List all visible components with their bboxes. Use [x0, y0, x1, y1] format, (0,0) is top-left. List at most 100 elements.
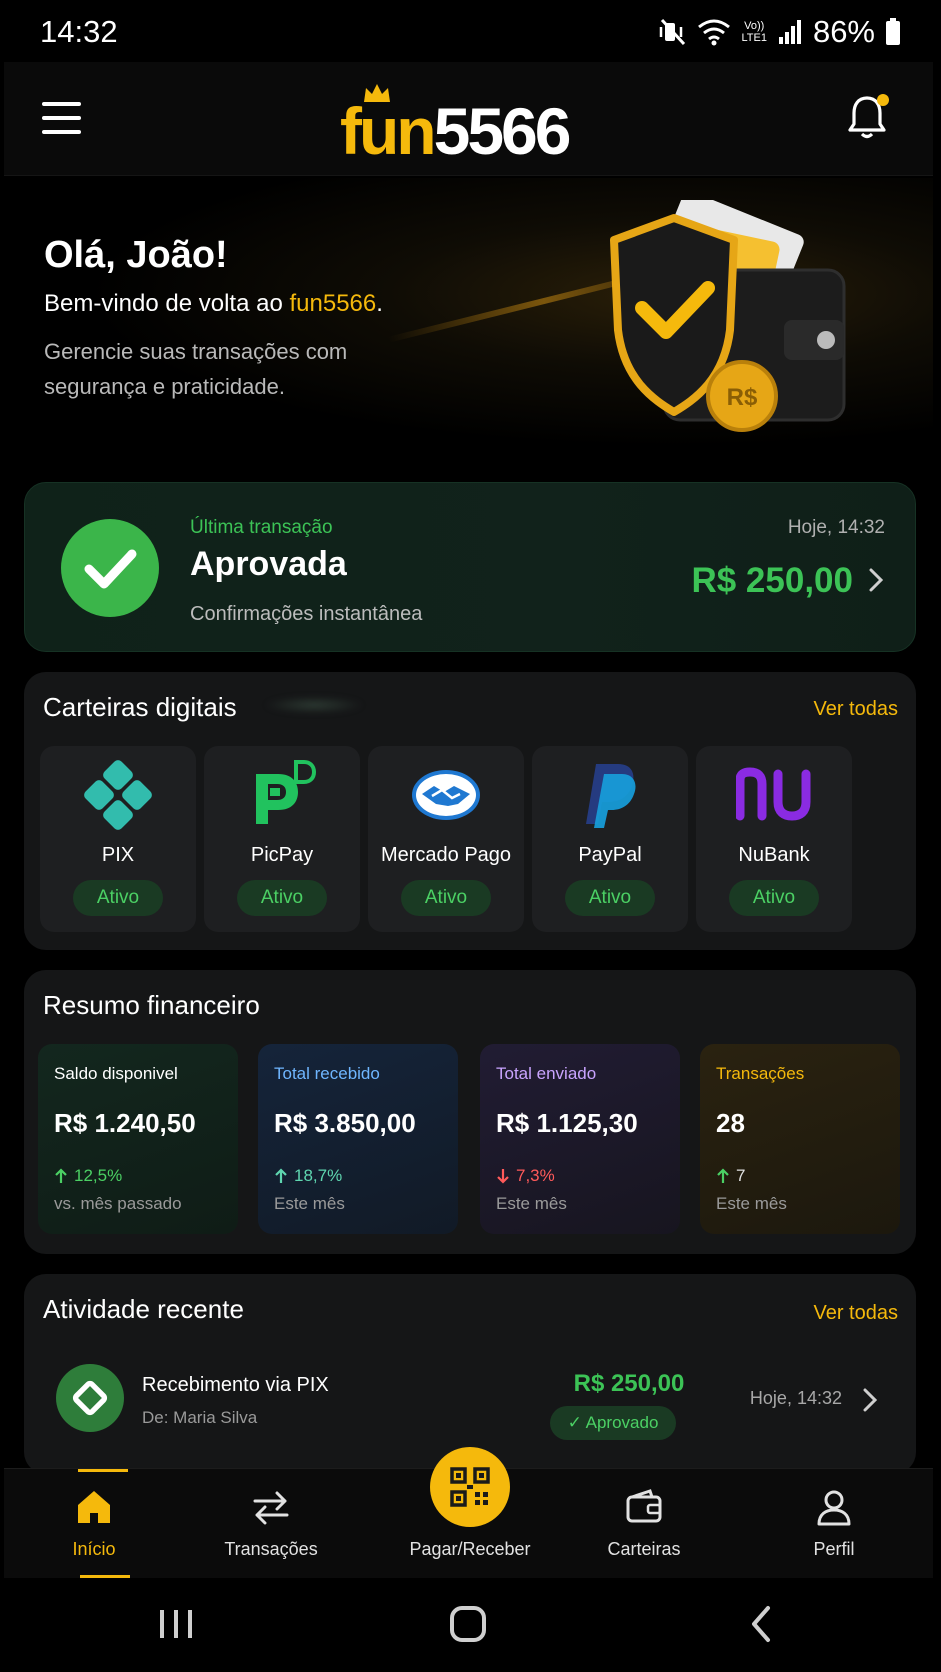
stat-change: 18,7% — [274, 1166, 342, 1186]
stat-note: Este mês — [716, 1194, 787, 1213]
last-transaction-card[interactable]: Última transação Aprovada Confirmações i… — [24, 482, 916, 652]
recent-activity-section: Atividade recente Ver todas Recebimento … — [24, 1274, 916, 1474]
wallet-name: PicPay — [250, 844, 314, 866]
last-transaction-description: Confirmações instantânea — [190, 603, 423, 625]
activity-status-badge: ✓ Aprovado — [550, 1406, 676, 1440]
nav-transactions[interactable]: Transações — [191, 1469, 351, 1579]
stat-label: Transações — [716, 1064, 805, 1083]
status-time: 14:32 — [40, 14, 118, 49]
digital-wallets-section: Carteiras digitais Ver todas PIX Ativo P… — [24, 672, 916, 950]
wallet-status-badge: Ativo — [565, 880, 655, 916]
greeting-description: Gerencie suas transações com segurança e… — [44, 339, 348, 399]
stat-note: Este mês — [496, 1194, 567, 1213]
activity-row[interactable]: Recebimento via PIX De: Maria Silva R$ 2… — [24, 1364, 916, 1454]
qr-fab-button[interactable] — [430, 1447, 510, 1527]
stat-tile-balance[interactable]: Saldo disponivel R$ 1.240,50 12,5% vs. m… — [38, 1044, 238, 1234]
wallet-status-badge: Ativo — [73, 880, 163, 916]
svg-text:R$: R$ — [727, 384, 758, 411]
activity-title: Atividade recente — [43, 1294, 244, 1324]
status-bar: 14:32 Vo)) LTE1 86% — [0, 0, 941, 62]
nav-label: Pagar/Receber — [409, 1539, 531, 1559]
wallet-status-badge: Ativo — [237, 880, 327, 916]
active-indicator-bottom — [80, 1575, 130, 1578]
activity-amount: R$ 250,00 — [573, 1370, 685, 1397]
chevron-right-icon — [863, 1388, 878, 1412]
wallet-name: Mercado Pago — [380, 844, 512, 866]
recent-apps-icon[interactable] — [156, 1604, 196, 1644]
pix-icon — [84, 760, 152, 830]
nav-label: Carteiras — [607, 1539, 681, 1559]
welcome-hero: Olá, João! Bem-vindo de volta ao fun5566… — [4, 178, 933, 468]
wallet-icon — [626, 1489, 662, 1523]
home-icon — [78, 1491, 110, 1523]
activity-title-text: Recebimento via PIX — [142, 1374, 329, 1396]
home-button-icon[interactable] — [448, 1604, 488, 1644]
stat-label: Total enviado — [496, 1064, 597, 1083]
volte-icon: Vo)) LTE1 — [741, 20, 767, 44]
stat-value: 28 — [716, 1108, 745, 1138]
stat-label: Saldo disponivel — [54, 1064, 178, 1083]
blurred-mark — [264, 696, 364, 714]
financial-summary-section: Resumo financeiro Saldo disponivel R$ 1.… — [24, 970, 916, 1254]
wallet-tile-paypal[interactable]: PayPal Ativo — [532, 746, 688, 932]
qr-code-icon — [450, 1467, 490, 1507]
nav-label: Início — [72, 1539, 116, 1559]
wallet-name: PIX — [101, 844, 135, 866]
logo-number: 5566 — [433, 94, 572, 168]
arrow-up-icon — [717, 1168, 729, 1183]
nav-pay-receive[interactable]: Pagar/Receber — [390, 1447, 550, 1579]
wallet-name: PayPal — [578, 844, 642, 866]
wallets-title: Carteiras digitais — [43, 692, 237, 722]
chevron-right-icon — [869, 568, 884, 592]
summary-title: Resumo financeiro — [43, 990, 260, 1020]
greeting-subtitle: Bem-vindo de volta ao fun5566. — [44, 290, 383, 317]
wallet-tile-mercado-pago[interactable]: Mercado Pago Ativo — [368, 746, 524, 932]
back-icon[interactable] — [742, 1604, 782, 1644]
wallet-tile-pix[interactable]: PIX Ativo — [40, 746, 196, 932]
nav-wallets[interactable]: Carteiras — [564, 1469, 724, 1579]
stat-note: Este mês — [274, 1194, 345, 1213]
wallet-shield-illustration: R$ — [610, 200, 846, 432]
nav-label: Transações — [224, 1539, 318, 1559]
wallet-tile-picpay[interactable]: PicPay Ativo — [204, 746, 360, 932]
transfer-arrows-icon — [253, 1491, 289, 1525]
wallets-see-all-link[interactable]: Ver todas — [813, 698, 898, 721]
stat-value: R$ 1.125,30 — [496, 1108, 638, 1138]
last-transaction-time: Hoje, 14:32 — [787, 517, 885, 538]
active-indicator-top — [78, 1469, 128, 1472]
activity-time: Hoje, 14:32 — [749, 1388, 842, 1408]
stat-change: 12,5% — [54, 1166, 122, 1186]
nav-home[interactable]: Início — [14, 1469, 174, 1579]
stat-change: 7 — [716, 1166, 745, 1186]
stat-tile-received[interactable]: Total recebido R$ 3.850,00 18,7% Este mê… — [258, 1044, 458, 1234]
app-header: fun5566 — [4, 62, 933, 176]
arrow-down-icon — [497, 1169, 509, 1184]
picpay-icon — [256, 760, 317, 824]
stat-tile-sent[interactable]: Total enviado R$ 1.125,30 7,3% Este mês — [480, 1044, 680, 1234]
battery-percent: 86% — [812, 14, 875, 49]
stat-value: R$ 1.240,50 — [54, 1108, 196, 1138]
wifi-icon — [698, 19, 731, 46]
mute-vibrate-icon — [660, 18, 686, 46]
stat-note: vs. mês passado — [54, 1194, 182, 1213]
greeting-title: Olá, João! — [44, 234, 228, 276]
last-transaction-amount: R$ 250,00 — [691, 561, 853, 600]
bottom-navigation: Início Transações Pagar/Receber Carteira… — [4, 1447, 933, 1579]
nubank-icon — [736, 767, 811, 821]
stat-tile-transactions[interactable]: Transações 28 7 Este mês — [700, 1044, 900, 1234]
menu-button[interactable] — [42, 100, 82, 136]
activity-from: De: Maria Silva — [142, 1408, 258, 1427]
notifications-button[interactable] — [847, 94, 889, 140]
arrow-up-icon — [275, 1168, 287, 1183]
nav-profile[interactable]: Perfil — [754, 1469, 914, 1579]
status-icons: Vo)) LTE1 86% — [659, 12, 901, 52]
signal-icon — [778, 20, 801, 44]
wallet-tile-nubank[interactable]: NuBank Ativo — [696, 746, 852, 932]
logo-fun: fun — [340, 94, 437, 168]
stat-value: R$ 3.850,00 — [274, 1108, 416, 1138]
activity-see-all-link[interactable]: Ver todas — [813, 1302, 898, 1325]
wallet-name: NuBank — [738, 844, 810, 866]
wallet-status-badge: Ativo — [401, 880, 491, 916]
paypal-icon — [586, 764, 636, 828]
mercado-pago-icon — [412, 770, 480, 820]
